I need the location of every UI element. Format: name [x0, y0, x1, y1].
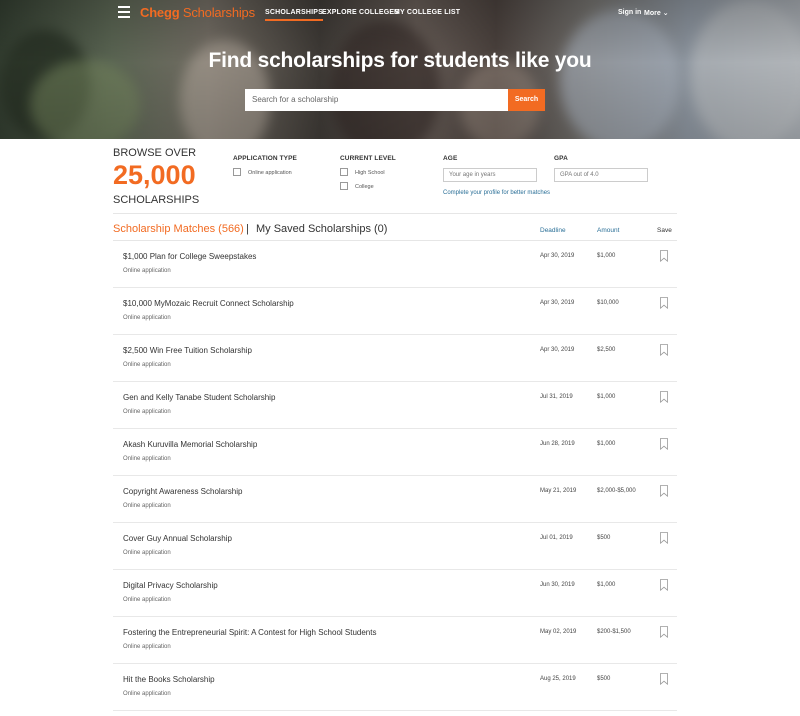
bookmark-icon[interactable]: [660, 250, 668, 262]
table-row[interactable]: Digital Privacy Scholarship Online appli…: [113, 570, 677, 617]
amount-value: $1,000: [597, 582, 616, 588]
deadline-column-header[interactable]: Deadline: [540, 227, 566, 234]
amount-value: $1,000: [597, 253, 616, 259]
complete-profile-link[interactable]: Complete your profile for better matches: [443, 190, 550, 196]
application-type: Online application: [123, 315, 171, 321]
table-row[interactable]: $1,000 Plan for College Sweepstakes Onli…: [113, 241, 677, 288]
amount-column-header[interactable]: Amount: [597, 227, 619, 234]
browse-scholarships-text: SCHOLARSHIPS: [113, 194, 200, 206]
tab-scholarship-matches[interactable]: Scholarship Matches (566): [113, 223, 244, 235]
deadline-value: Jul 31, 2019: [540, 394, 573, 400]
amount-value: $10,000: [597, 300, 619, 306]
college-label: College: [355, 184, 374, 190]
bookmark-icon[interactable]: [660, 438, 668, 450]
bookmark-icon[interactable]: [660, 485, 668, 497]
deadline-value: Apr 30, 2019: [540, 300, 575, 306]
application-type: Online application: [123, 456, 171, 462]
amount-value: $200-$1,500: [597, 629, 631, 635]
brand-logo[interactable]: Chegg Scholarships: [140, 5, 255, 20]
deadline-value: Apr 30, 2019: [540, 253, 575, 259]
deadline-value: May 21, 2019: [540, 488, 577, 494]
hamburger-menu-icon[interactable]: [118, 6, 130, 18]
amount-value: $2,500: [597, 347, 616, 353]
application-type: Online application: [123, 597, 171, 603]
scholarship-name[interactable]: $2,500 Win Free Tuition Scholarship: [123, 346, 252, 355]
chevron-down-icon: ⌄: [662, 10, 669, 17]
amount-value: $1,000: [597, 394, 616, 400]
save-column-header: Save: [657, 227, 672, 234]
scholarship-name[interactable]: $10,000 MyMozaic Recruit Connect Scholar…: [123, 299, 294, 308]
application-type: Online application: [123, 644, 171, 650]
browse-over-text: BROWSE OVER: [113, 147, 197, 159]
table-row[interactable]: $2,500 Win Free Tuition Scholarship Onli…: [113, 335, 677, 382]
table-row[interactable]: Akash Kuruvilla Memorial Scholarship Onl…: [113, 429, 677, 476]
amount-value: $500: [597, 535, 611, 541]
application-type: Online application: [123, 409, 171, 415]
deadline-value: Jul 01, 2019: [540, 535, 573, 541]
scholarship-count: 25,000: [113, 160, 196, 190]
age-label: AGE: [443, 155, 458, 162]
amount-value: $2,000-$5,000: [597, 488, 636, 494]
deadline-value: Jun 30, 2019: [540, 582, 575, 588]
deadline-value: May 02, 2019: [540, 629, 577, 635]
search-button[interactable]: Search: [508, 89, 545, 111]
more-menu[interactable]: More ⌄: [644, 9, 669, 17]
college-checkbox[interactable]: [340, 182, 348, 190]
online-application-label: Online application: [248, 170, 292, 176]
scholarship-name[interactable]: Fostering the Entrepreneurial Spirit: A …: [123, 628, 376, 637]
application-type: Online application: [123, 550, 171, 556]
bookmark-icon[interactable]: [660, 297, 668, 309]
amount-value: $500: [597, 676, 611, 682]
bookmark-icon[interactable]: [660, 626, 668, 638]
application-type: Online application: [123, 503, 171, 509]
hero-banner: Chegg Scholarships SCHOLARSHIPS EXPLORE …: [0, 0, 800, 139]
table-row[interactable]: Hit the Books Scholarship Online applica…: [113, 664, 677, 711]
brand-name: Chegg: [140, 5, 180, 20]
gpa-label: GPA: [554, 155, 568, 162]
current-level-label: CURRENT LEVEL: [340, 155, 396, 162]
amount-value: $1,000: [597, 441, 616, 447]
nav-scholarships[interactable]: SCHOLARSHIPS: [265, 9, 324, 21]
hero-title: Find scholarships for students like you: [208, 49, 592, 72]
deadline-value: Apr 30, 2019: [540, 347, 575, 353]
online-application-checkbox[interactable]: [233, 168, 241, 176]
scholarship-name[interactable]: Gen and Kelly Tanabe Student Scholarship: [123, 393, 275, 402]
deadline-value: Aug 25, 2019: [540, 676, 576, 682]
tab-saved-scholarships[interactable]: My Saved Scholarships (0): [256, 223, 387, 235]
bookmark-icon[interactable]: [660, 673, 668, 685]
table-row[interactable]: Fostering the Entrepreneurial Spirit: A …: [113, 617, 677, 664]
nav-explore-colleges[interactable]: EXPLORE COLLEGES: [322, 9, 399, 16]
table-row[interactable]: Copyright Awareness Scholarship Online a…: [113, 476, 677, 523]
application-type: Online application: [123, 268, 171, 274]
bookmark-icon[interactable]: [660, 532, 668, 544]
tab-separator: |: [246, 223, 249, 235]
bookmark-icon[interactable]: [660, 579, 668, 591]
brand-suffix: Scholarships: [179, 5, 255, 20]
nav-my-college-list[interactable]: MY COLLEGE LIST: [394, 9, 460, 16]
scholarship-name[interactable]: Cover Guy Annual Scholarship: [123, 534, 232, 543]
scholarship-name[interactable]: Akash Kuruvilla Memorial Scholarship: [123, 440, 257, 449]
high-school-checkbox[interactable]: [340, 168, 348, 176]
search-input[interactable]: Search for a scholarship: [245, 89, 508, 111]
scholarship-name[interactable]: Copyright Awareness Scholarship: [123, 487, 242, 496]
scholarship-name[interactable]: $1,000 Plan for College Sweepstakes: [123, 252, 256, 261]
high-school-label: High School: [355, 170, 385, 176]
table-row[interactable]: $10,000 MyMozaic Recruit Connect Scholar…: [113, 288, 677, 335]
table-row[interactable]: Cover Guy Annual Scholarship Online appl…: [113, 523, 677, 570]
more-label: More: [644, 10, 661, 17]
filters-divider: [113, 213, 677, 214]
gpa-input[interactable]: GPA out of 4.0: [554, 168, 648, 182]
scholarship-name[interactable]: Hit the Books Scholarship: [123, 675, 215, 684]
sign-in-link[interactable]: Sign in: [618, 9, 641, 16]
bookmark-icon[interactable]: [660, 344, 668, 356]
age-input[interactable]: Your age in years: [443, 168, 537, 182]
scholarship-name[interactable]: Digital Privacy Scholarship: [123, 581, 218, 590]
application-type: Online application: [123, 691, 171, 697]
application-type: Online application: [123, 362, 171, 368]
bookmark-icon[interactable]: [660, 391, 668, 403]
deadline-value: Jun 28, 2019: [540, 441, 575, 447]
top-navigation: Chegg Scholarships SCHOLARSHIPS EXPLORE …: [0, 0, 800, 26]
table-row[interactable]: Gen and Kelly Tanabe Student Scholarship…: [113, 382, 677, 429]
application-type-label: APPLICATION TYPE: [233, 155, 297, 162]
